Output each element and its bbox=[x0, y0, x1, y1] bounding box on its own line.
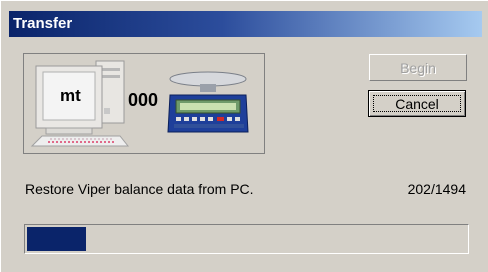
balance-scale-icon bbox=[167, 71, 249, 133]
status-message: Restore Viper balance data from PC. bbox=[25, 181, 254, 197]
title-bar[interactable]: Transfer bbox=[9, 11, 482, 37]
transfer-illustration-graphic: mt 000 bbox=[30, 60, 249, 147]
pc-screen-label: mt bbox=[60, 86, 81, 105]
begin-button-label: Begin bbox=[400, 59, 436, 76]
transfer-count: 202/1494 bbox=[407, 181, 466, 197]
transfer-illustration: mt 000 bbox=[23, 53, 265, 154]
transfer-link-indicator: 000 bbox=[128, 90, 158, 110]
transfer-dialog: Transfer mt 000 Begin Cancel Restore Vip… bbox=[0, 0, 488, 272]
window-title: Transfer bbox=[13, 15, 73, 32]
pc-icon: mt bbox=[30, 60, 130, 147]
cancel-button[interactable]: Cancel bbox=[368, 90, 466, 117]
progress-bar-fill bbox=[27, 227, 86, 251]
cancel-button-label: Cancel bbox=[395, 95, 439, 112]
begin-button[interactable]: Begin bbox=[369, 54, 467, 81]
progress-bar bbox=[24, 224, 469, 254]
